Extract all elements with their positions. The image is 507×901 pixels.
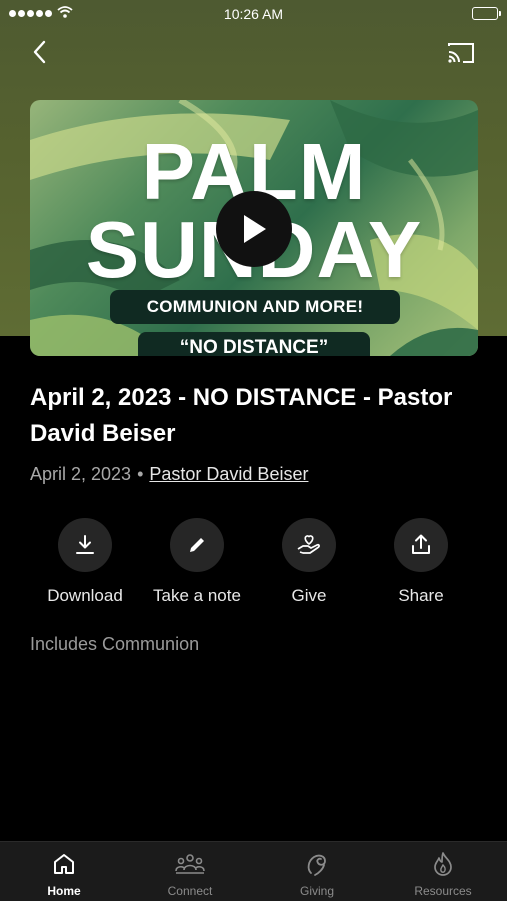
share-button[interactable]: Share xyxy=(365,518,477,606)
download-circle xyxy=(58,518,112,572)
take-note-label: Take a note xyxy=(153,586,241,605)
status-bar: 10:26 AM xyxy=(0,0,507,28)
take-note-circle xyxy=(170,518,224,572)
give-label: Give xyxy=(291,586,327,605)
sermon-date: April 2, 2023 xyxy=(30,464,132,484)
give-circle xyxy=(282,518,336,572)
pencil-icon xyxy=(190,538,204,552)
speaker-link[interactable]: Pastor David Beiser xyxy=(149,464,308,484)
sermon-note: Includes Communion xyxy=(30,634,200,654)
battery-icon xyxy=(472,7,501,20)
tab-resources[interactable]: Resources xyxy=(383,850,503,898)
action-row: Download Take a note Give Share xyxy=(0,518,507,608)
tab-home-label: Home xyxy=(47,884,81,898)
play-button[interactable] xyxy=(216,191,292,267)
giving-icon xyxy=(307,854,326,876)
flame-icon xyxy=(434,852,452,876)
download-button[interactable]: Download xyxy=(29,518,141,606)
download-icon xyxy=(76,535,94,554)
meta-separator: • xyxy=(137,464,144,484)
share-icon xyxy=(412,534,430,554)
sermon-title: April 2, 2023 - NO DISTANCE - Pastor Dav… xyxy=(30,384,453,447)
sermon-meta: April 2, 2023 • Pastor David Beiser xyxy=(30,464,308,485)
video-subtitle-2: “NO DISTANCE” xyxy=(138,332,370,356)
video-subtitle: COMMUNION AND MORE! xyxy=(110,290,400,324)
share-label: Share xyxy=(398,586,444,605)
home-icon xyxy=(54,854,74,874)
tab-giving-label: Giving xyxy=(299,884,334,898)
tab-resources-label: Resources xyxy=(414,884,472,898)
take-note-button[interactable]: Take a note xyxy=(141,518,253,606)
tab-home[interactable]: Home xyxy=(4,850,124,898)
video-player[interactable]: PALM SUNDAY COMMUNION AND MORE! “NO DIST… xyxy=(30,100,478,356)
status-time: 10:26 AM xyxy=(223,6,284,22)
bottom-tab-bar: Home Connect Giving Resources xyxy=(0,841,507,901)
download-label: Download xyxy=(47,586,123,605)
share-circle xyxy=(394,518,448,572)
give-hand-heart-icon xyxy=(297,535,320,554)
play-icon xyxy=(244,215,266,243)
cast-icon[interactable] xyxy=(446,40,476,66)
give-button[interactable]: Give xyxy=(253,518,365,606)
people-group-icon xyxy=(175,854,205,874)
back-chevron-icon[interactable] xyxy=(28,38,52,66)
tab-connect[interactable]: Connect xyxy=(130,850,250,898)
tab-giving[interactable]: Giving xyxy=(257,850,377,898)
tab-connect-label: Connect xyxy=(167,884,213,898)
